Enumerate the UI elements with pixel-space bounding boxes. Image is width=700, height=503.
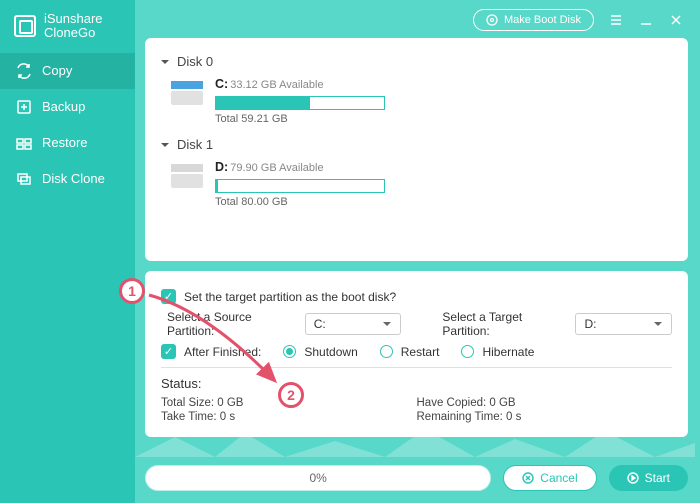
progress-label: 0% <box>309 471 326 485</box>
chevron-down-icon <box>653 319 663 329</box>
disk0-header[interactable]: Disk 0 <box>159 54 674 69</box>
nav-copy[interactable]: Copy <box>0 53 135 89</box>
nav-diskclone[interactable]: Disk Clone <box>0 161 135 197</box>
close-icon[interactable] <box>668 13 684 27</box>
status-remaining: Remaining Time: 0 s <box>417 411 673 423</box>
progress-bar: 0% <box>145 465 491 491</box>
disk1-usage-bar <box>215 179 385 193</box>
chevron-down-icon <box>382 319 392 329</box>
callout-1: 1 <box>119 278 145 304</box>
chevron-down-icon <box>159 56 171 68</box>
nav-backup[interactable]: Backup <box>0 89 135 125</box>
backup-icon <box>16 99 32 115</box>
app-logo: iSunshare CloneGo <box>0 0 135 53</box>
start-button[interactable]: Start <box>609 465 688 491</box>
disk1-row[interactable]: D:79.90 GB Available Total 80.00 GB <box>171 160 674 208</box>
nav-backup-label: Backup <box>42 99 85 114</box>
nav-restore[interactable]: Restore <box>0 125 135 161</box>
status-have-copied: Have Copied: 0 GB <box>417 397 673 409</box>
disk0-usage-bar <box>215 96 385 110</box>
diskclone-icon <box>16 171 32 187</box>
disks-panel: Disk 0 C:33.12 GB Available Total 59.21 … <box>145 38 688 261</box>
nav-restore-label: Restore <box>42 135 88 150</box>
drive-icon <box>171 164 203 190</box>
cancel-icon <box>522 472 534 484</box>
disk0-row[interactable]: C:33.12 GB Available Total 59.21 GB <box>171 77 674 125</box>
disc-icon <box>486 14 498 26</box>
radio-hibernate-label: Hibernate <box>482 345 534 359</box>
play-icon <box>627 472 639 484</box>
make-boot-disk-button[interactable]: Make Boot Disk <box>473 9 594 31</box>
start-label: Start <box>645 471 670 485</box>
bottom-bar: 0% Cancel Start <box>145 465 688 491</box>
windows-drive-icon <box>171 81 203 107</box>
sync-icon <box>16 63 32 79</box>
sidebar: iSunshare CloneGo Copy Backup Restore Di… <box>0 0 135 503</box>
logo-icon <box>14 15 36 37</box>
radio-restart[interactable] <box>380 345 393 358</box>
disk1-header[interactable]: Disk 1 <box>159 137 674 152</box>
boot-btn-label: Make Boot Disk <box>504 14 581 26</box>
chevron-down-icon <box>159 139 171 151</box>
restore-icon <box>16 135 32 151</box>
radio-shutdown-label: Shutdown <box>304 345 357 359</box>
titlebar: Make Boot Disk <box>135 0 700 40</box>
brand-line2: CloneGo <box>44 26 103 40</box>
source-partition-select[interactable]: C: <box>305 313 402 335</box>
target-partition-label: Select a Target Partition: <box>442 310 567 338</box>
radio-hibernate[interactable] <box>461 345 474 358</box>
menu-icon[interactable] <box>608 13 624 27</box>
target-partition-select[interactable]: D: <box>575 313 672 335</box>
callout-2: 2 <box>278 382 304 408</box>
cancel-label: Cancel <box>540 471 577 485</box>
nav-copy-label: Copy <box>42 63 72 78</box>
brand-line1: iSunshare <box>44 12 103 26</box>
nav-diskclone-label: Disk Clone <box>42 171 105 186</box>
radio-restart-label: Restart <box>401 345 440 359</box>
status-take-time: Take Time: 0 s <box>161 411 417 423</box>
minimize-icon[interactable] <box>638 13 654 27</box>
cancel-button[interactable]: Cancel <box>503 465 596 491</box>
annotation-arrow <box>147 291 287 401</box>
